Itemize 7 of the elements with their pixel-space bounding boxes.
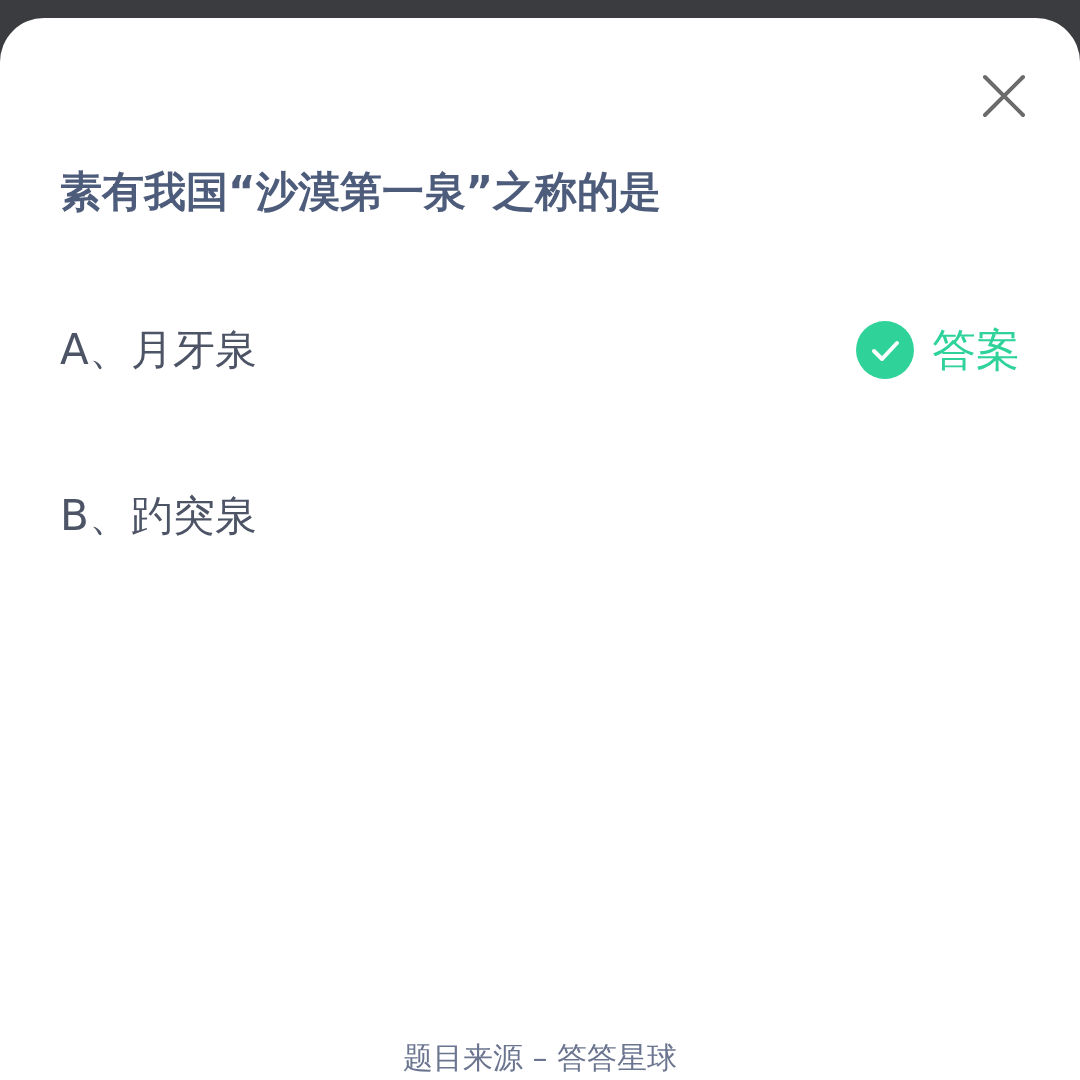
answer-option[interactable]: A、月牙泉 [60, 322, 257, 378]
check-icon [856, 321, 914, 379]
close-icon[interactable] [982, 74, 1026, 118]
source-text: 题目来源 – 答答星球 [402, 1040, 678, 1076]
answer-option[interactable]: B、趵突泉 [60, 488, 257, 544]
answer-label: 答案 [932, 322, 1020, 377]
question-text: 素有我国“沙漠第一泉”之称的是 [60, 166, 663, 218]
